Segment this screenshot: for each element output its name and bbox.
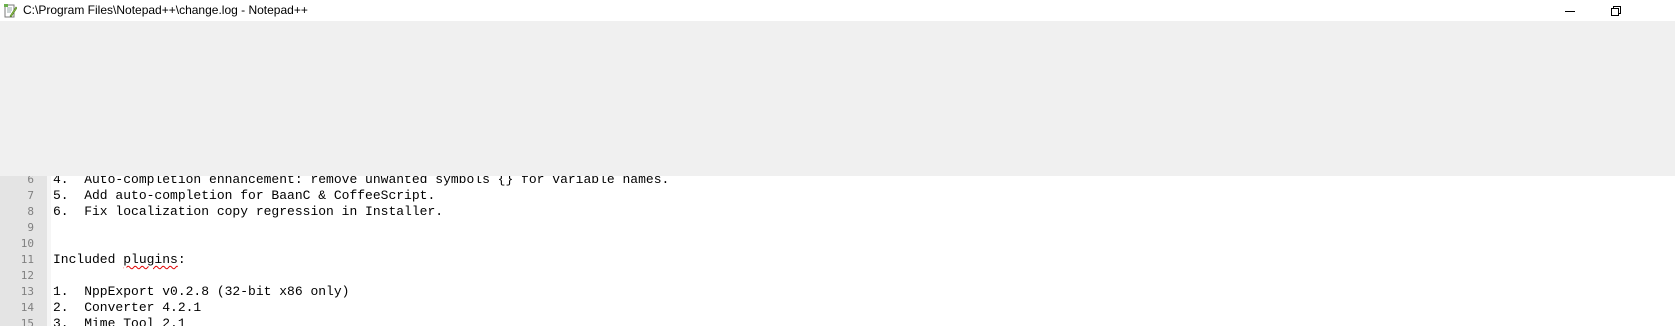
editor-line[interactable]: 7 5. Add auto-completion for BaanC & Cof…	[0, 188, 1675, 204]
text-segment: :	[177, 252, 186, 267]
editor-line[interactable]: 12	[0, 268, 1675, 284]
line-text[interactable]: 1. NppExport v0.2.8 (32-bit x86 only)	[53, 284, 349, 300]
editor-line[interactable]: 15 3. Mime Tool 2.1	[0, 316, 1675, 326]
minimize-button[interactable]	[1547, 0, 1593, 21]
editor-lines[interactable]: 6 4. Auto-completion enhancement: remove…	[0, 176, 1675, 326]
title-bar[interactable]: C:\Program Files\Notepad++\change.log - …	[0, 0, 1675, 21]
line-number: 15	[20, 317, 34, 326]
line-number: 14	[20, 301, 34, 314]
editor-line[interactable]: 13 1. NppExport v0.2.8 (32-bit x86 only)	[0, 284, 1675, 300]
line-number: 13	[20, 285, 34, 298]
editor-line[interactable]: 10	[0, 236, 1675, 252]
misspelled-word[interactable]: plugins	[123, 252, 178, 267]
line-number: 9	[27, 221, 34, 234]
restore-icon	[1611, 1, 1621, 20]
text-segment: Included	[53, 252, 124, 267]
line-number: 7	[27, 189, 34, 202]
restore-button[interactable]	[1593, 0, 1639, 21]
line-text[interactable]: 3. Mime Tool 2.1	[53, 316, 186, 326]
minimize-icon	[1565, 1, 1575, 20]
line-text[interactable]: 4. Auto-completion enhancement: remove u…	[53, 176, 669, 188]
line-number: 11	[20, 253, 34, 266]
editor-pane[interactable]: 6 4. Auto-completion enhancement: remove…	[0, 176, 1675, 326]
window-title: C:\Program Files\Notepad++\change.log - …	[23, 3, 308, 17]
editor-line[interactable]: 9	[0, 220, 1675, 236]
line-text[interactable]: 6. Fix localization copy regression in I…	[53, 204, 443, 220]
editor-line[interactable]: 6 4. Auto-completion enhancement: remove…	[0, 176, 1675, 188]
line-number: 8	[27, 205, 34, 218]
toolbar-area	[0, 21, 1675, 181]
line-number: 10	[20, 237, 34, 250]
line-text[interactable]: 2. Converter 4.2.1	[53, 300, 201, 316]
editor-line[interactable]: 11 Included plugins:	[0, 252, 1675, 268]
line-number: 12	[20, 269, 34, 282]
editor-line[interactable]: 14 2. Converter 4.2.1	[0, 300, 1675, 316]
line-text[interactable]: 5. Add auto-completion for BaanC & Coffe…	[53, 188, 435, 204]
line-number: 6	[27, 176, 34, 186]
editor-line[interactable]: 8 6. Fix localization copy regression in…	[0, 204, 1675, 220]
line-text[interactable]: Included plugins:	[53, 252, 186, 268]
notepad-plus-plus-icon[interactable]	[3, 3, 18, 18]
